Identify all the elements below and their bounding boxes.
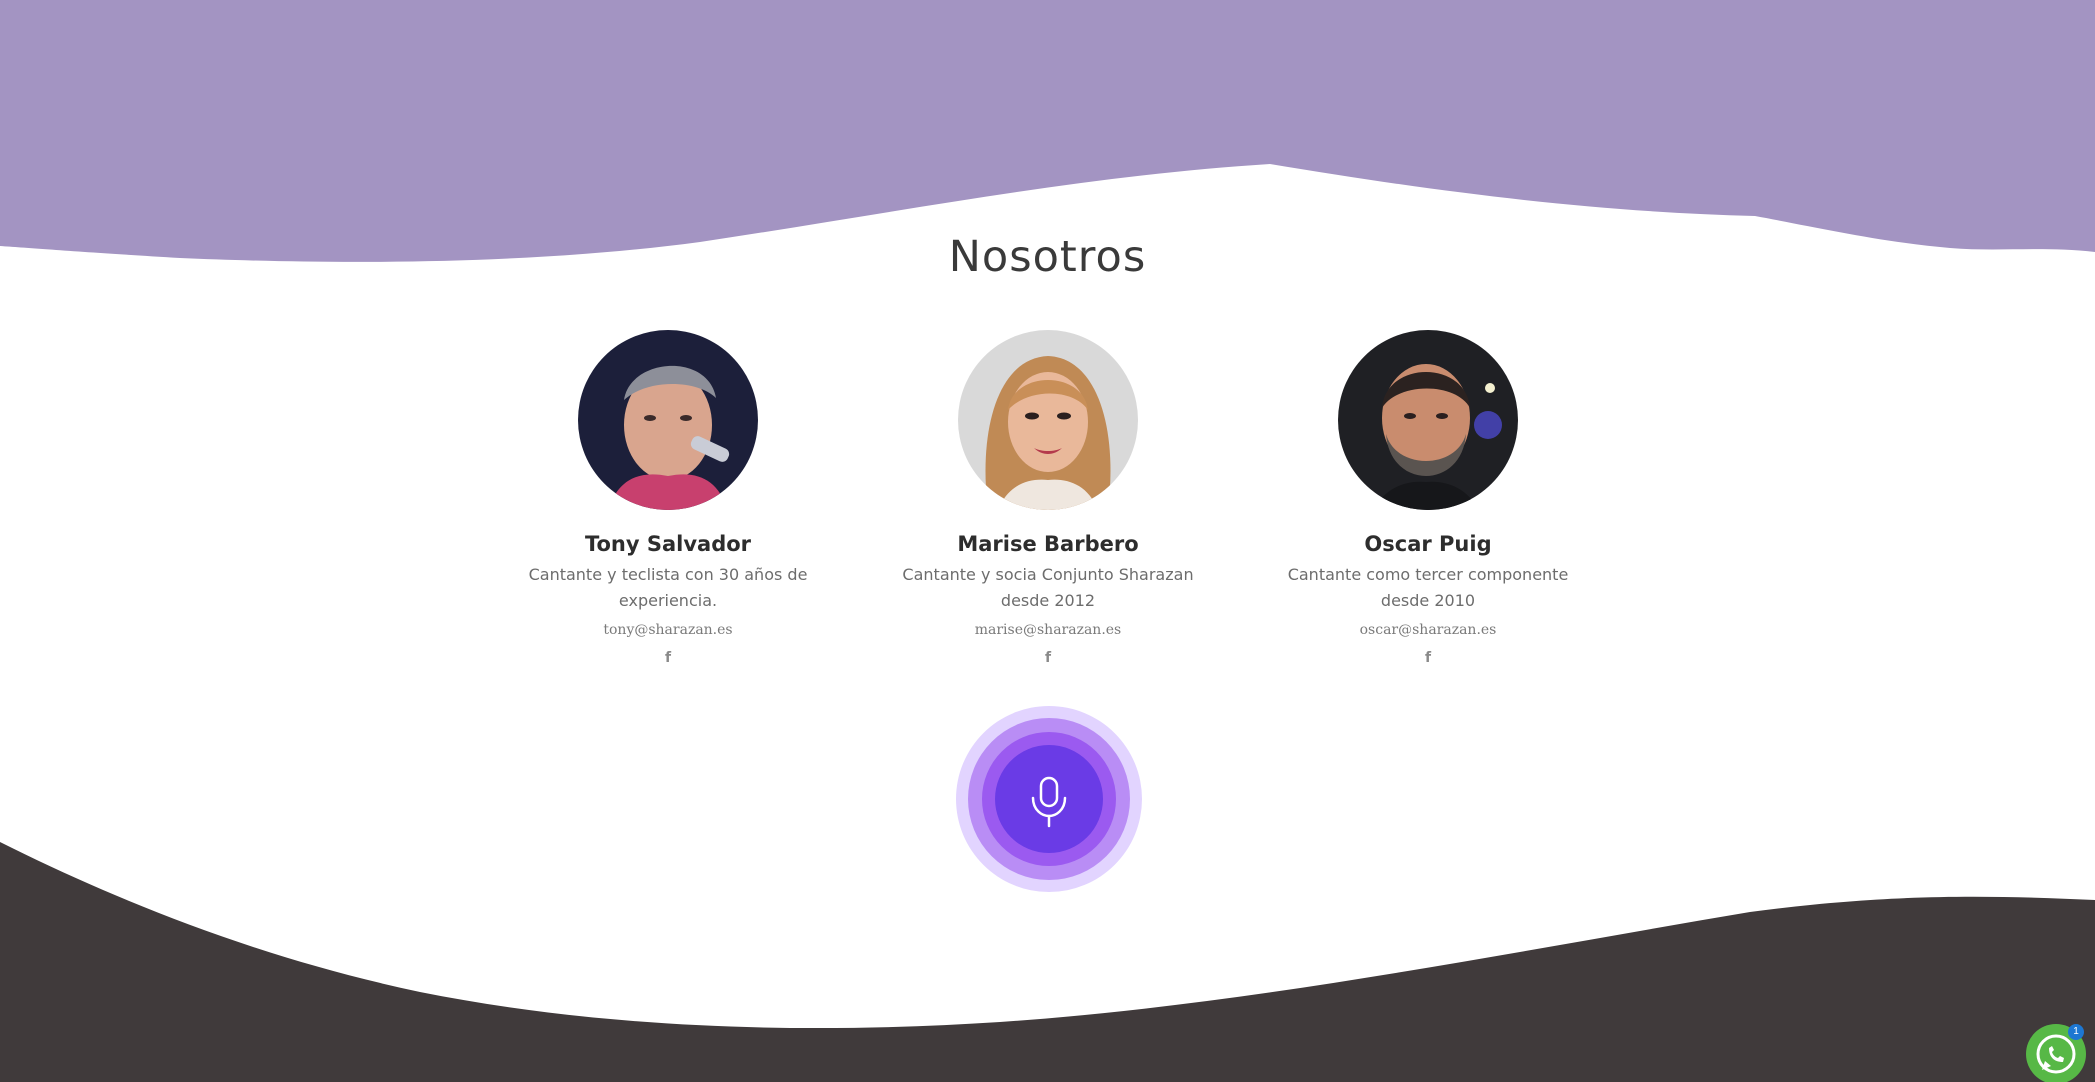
microphone-icon — [956, 706, 1142, 892]
facebook-icon[interactable]: f — [1045, 650, 1051, 666]
member-description: Cantante y teclista con 30 años de exper… — [528, 565, 808, 610]
member-name: Marise Barbero — [957, 532, 1139, 556]
team-list: Tony Salvador Cantante y teclista con 30… — [0, 330, 2095, 690]
avatar-tony — [578, 330, 758, 510]
member-name: Tony Salvador — [584, 532, 752, 556]
facebook-icon[interactable]: f — [665, 650, 671, 666]
member-description: Cantante como tercer componente desde 20… — [1287, 565, 1569, 610]
page: Nosotros Tony Salvador Cantante y teclis… — [0, 0, 2095, 1082]
member-name: Oscar Puig — [1364, 532, 1492, 556]
member-description: Cantante y socia Conjunto Sharazan desde… — [902, 565, 1194, 610]
avatar-photo-marise — [958, 330, 1138, 510]
member-email: marise@sharazan.es — [974, 622, 1122, 638]
member-email: tony@sharazan.es — [603, 622, 733, 638]
team-member-marise: Marise Barbero Cantante y socia Conjunto… — [878, 330, 1218, 666]
microphone-button[interactable] — [956, 706, 1142, 892]
team-member-oscar: Oscar Puig Cantante como tercer componen… — [1258, 330, 1598, 666]
avatar-photo-oscar — [1338, 330, 1518, 510]
member-email: oscar@sharazan.es — [1359, 622, 1497, 638]
avatar-marise — [958, 330, 1138, 510]
whatsapp-button[interactable]: 1 — [2026, 1024, 2086, 1082]
avatar-oscar — [1338, 330, 1518, 510]
top-wave — [0, 0, 2095, 262]
facebook-icon[interactable]: f — [1425, 650, 1431, 666]
section-title: Nosotros — [948, 232, 1147, 282]
team-member-tony: Tony Salvador Cantante y teclista con 30… — [498, 330, 838, 666]
whatsapp-badge: 1 — [2068, 1024, 2084, 1040]
avatar-photo-tony — [578, 330, 758, 510]
